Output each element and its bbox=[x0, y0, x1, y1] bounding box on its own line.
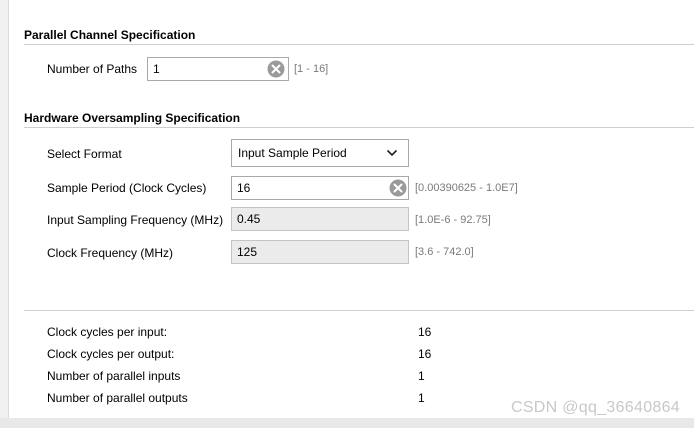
chevron-down-icon bbox=[386, 149, 398, 157]
parallel-section-title: Parallel Channel Specification bbox=[24, 28, 196, 42]
section-divider bbox=[24, 44, 694, 45]
section-divider bbox=[24, 127, 694, 128]
clock-field: 125 bbox=[231, 240, 409, 264]
clear-icon[interactable] bbox=[267, 60, 285, 78]
summary-label: Number of parallel inputs bbox=[47, 369, 181, 383]
configuration-panel: Parallel Channel Specification Number of… bbox=[8, 0, 694, 418]
summary-value: 1 bbox=[418, 391, 425, 405]
paths-value: 1 bbox=[153, 62, 160, 76]
summary-value: 16 bbox=[418, 347, 432, 361]
summary-label: Clock cycles per output: bbox=[47, 347, 175, 361]
clock-value: 125 bbox=[237, 245, 258, 259]
summary-label: Number of parallel outputs bbox=[47, 391, 188, 405]
summary-divider bbox=[24, 310, 694, 311]
clear-icon[interactable] bbox=[389, 179, 407, 197]
clock-range: [3.6 - 742.0] bbox=[415, 246, 474, 258]
hardware-section-title: Hardware Oversampling Specification bbox=[24, 111, 241, 125]
period-range: [0.00390625 - 1.0E7] bbox=[415, 182, 518, 194]
paths-label: Number of Paths bbox=[47, 62, 138, 76]
format-select[interactable]: Input Sample Period bbox=[231, 139, 409, 167]
summary-label: Clock cycles per input: bbox=[47, 325, 168, 339]
freq-value: 0.45 bbox=[237, 212, 261, 226]
summary-value: 1 bbox=[418, 369, 425, 383]
summary-value: 16 bbox=[418, 325, 432, 339]
format-label: Select Format bbox=[47, 147, 122, 161]
paths-range: [1 - 16] bbox=[294, 63, 329, 75]
paths-field[interactable]: 1 bbox=[147, 57, 289, 81]
freq-field: 0.45 bbox=[231, 207, 409, 231]
watermark: CSDN @qq_36640864 bbox=[510, 399, 680, 416]
bottom-border bbox=[0, 418, 694, 428]
period-field[interactable]: 16 bbox=[231, 176, 409, 200]
period-label: Sample Period (Clock Cycles) bbox=[47, 181, 207, 195]
period-value: 16 bbox=[237, 181, 251, 195]
freq-range: [1.0E-6 - 92.75] bbox=[415, 214, 491, 226]
format-value: Input Sample Period bbox=[238, 146, 347, 160]
freq-label: Input Sampling Frequency (MHz) bbox=[47, 213, 224, 227]
clock-label: Clock Frequency (MHz) bbox=[47, 246, 174, 260]
